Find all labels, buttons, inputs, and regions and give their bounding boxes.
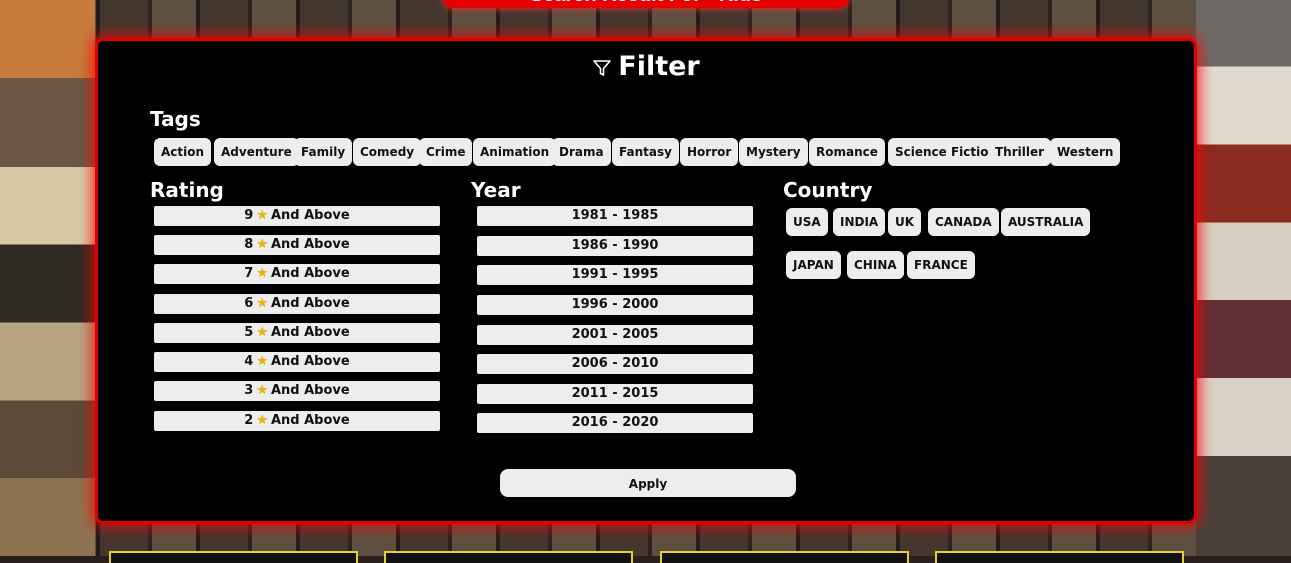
tag-chip-thriller[interactable]: Thriller (988, 138, 1052, 166)
tag-chip-science-fiction[interactable]: Science Fiction (888, 138, 1005, 166)
country-chip-uk[interactable]: UK (888, 208, 922, 236)
country-chip-india[interactable]: INDIA (833, 208, 886, 236)
rating-option-7[interactable]: 7 ★ And Above (154, 264, 440, 284)
tag-chip-comedy[interactable]: Comedy (353, 138, 422, 166)
country-chip-china[interactable]: CHINA (847, 251, 904, 279)
rating-suffix: And Above (270, 266, 350, 281)
country-chip-canada[interactable]: CANADA (928, 208, 999, 236)
poster-collage-right (1196, 0, 1291, 556)
result-card[interactable] (935, 551, 1184, 563)
tag-chip-crime[interactable]: Crime (419, 138, 473, 166)
tag-chip-romance[interactable]: Romance (809, 138, 885, 166)
tag-chip-action[interactable]: Action (154, 138, 212, 166)
tag-chip-horror[interactable]: Horror (680, 138, 739, 166)
year-option-1986-1990[interactable]: 1986 - 1990 (477, 236, 753, 256)
country-chip-australia[interactable]: AUSTRALIA (1001, 208, 1091, 236)
filter-title: Filter (98, 51, 1194, 82)
star-icon: ★ (256, 325, 268, 340)
rating-option-8[interactable]: 8 ★ And Above (154, 235, 440, 255)
tag-chip-mystery[interactable]: Mystery (739, 138, 808, 166)
filter-icon (593, 60, 612, 76)
rating-label: Rating (150, 178, 224, 202)
star-icon: ★ (256, 354, 268, 369)
tag-chip-animation[interactable]: Animation (473, 138, 557, 166)
tag-chip-family[interactable]: Family (294, 138, 353, 166)
rating-option-5[interactable]: 5 ★ And Above (154, 323, 440, 343)
rating-option-4[interactable]: 4 ★ And Above (154, 352, 440, 372)
country-chip-france[interactable]: FRANCE (907, 251, 975, 279)
filter-panel: Filter Tags Action Adventure Family Comedy C… (95, 38, 1197, 524)
rating-option-2[interactable]: 2 ★ And Above (154, 411, 440, 431)
rating-suffix: And Above (270, 383, 350, 398)
result-card[interactable] (384, 551, 633, 563)
tags-label: Tags (150, 107, 201, 131)
rating-option-6[interactable]: 6 ★ And Above (154, 294, 440, 314)
search-result-banner: Search Result For - Kids (443, 0, 849, 8)
year-label: Year (471, 178, 521, 202)
rating-value: 3 (244, 383, 254, 398)
year-option-1996-2000[interactable]: 1996 - 2000 (477, 295, 753, 315)
year-option-2011-2015[interactable]: 2011 - 2015 (477, 384, 753, 404)
result-card[interactable] (109, 551, 358, 563)
rating-suffix: And Above (270, 325, 350, 340)
star-icon: ★ (256, 237, 268, 252)
poster-collage-left (0, 0, 95, 556)
rating-suffix: And Above (270, 237, 350, 252)
tag-chip-adventure[interactable]: Adventure (214, 138, 299, 166)
country-chip-japan[interactable]: JAPAN (786, 251, 841, 279)
apply-button[interactable]: Apply (500, 469, 796, 497)
rating-suffix: And Above (270, 413, 350, 428)
year-option-1981-1985[interactable]: 1981 - 1985 (477, 206, 753, 226)
rating-option-9[interactable]: 9 ★ And Above (154, 206, 440, 226)
year-option-2006-2010[interactable]: 2006 - 2010 (477, 354, 753, 374)
tag-chip-western[interactable]: Western (1050, 138, 1121, 166)
country-label: Country (783, 178, 873, 202)
country-chip-usa[interactable]: USA (786, 208, 828, 236)
rating-value: 6 (244, 296, 254, 311)
rating-value: 4 (244, 354, 254, 369)
rating-suffix: And Above (270, 354, 350, 369)
result-card[interactable] (660, 551, 909, 563)
rating-suffix: And Above (270, 208, 350, 223)
star-icon: ★ (256, 208, 268, 223)
tag-chip-fantasy[interactable]: Fantasy (612, 138, 679, 166)
rating-value: 8 (244, 237, 254, 252)
year-option-2016-2020[interactable]: 2016 - 2020 (477, 413, 753, 433)
star-icon: ★ (256, 266, 268, 281)
year-option-1991-1995[interactable]: 1991 - 1995 (477, 265, 753, 285)
star-icon: ★ (256, 296, 268, 311)
year-option-2001-2005[interactable]: 2001 - 2005 (477, 325, 753, 345)
rating-value: 2 (244, 413, 254, 428)
star-icon: ★ (256, 413, 268, 428)
rating-value: 7 (244, 266, 254, 281)
rating-value: 9 (244, 208, 254, 223)
rating-option-3[interactable]: 3 ★ And Above (154, 381, 440, 401)
filter-title-text: Filter (618, 51, 700, 82)
tag-chip-drama[interactable]: Drama (552, 138, 611, 166)
rating-value: 5 (244, 325, 254, 340)
rating-suffix: And Above (270, 296, 350, 311)
star-icon: ★ (256, 383, 268, 398)
